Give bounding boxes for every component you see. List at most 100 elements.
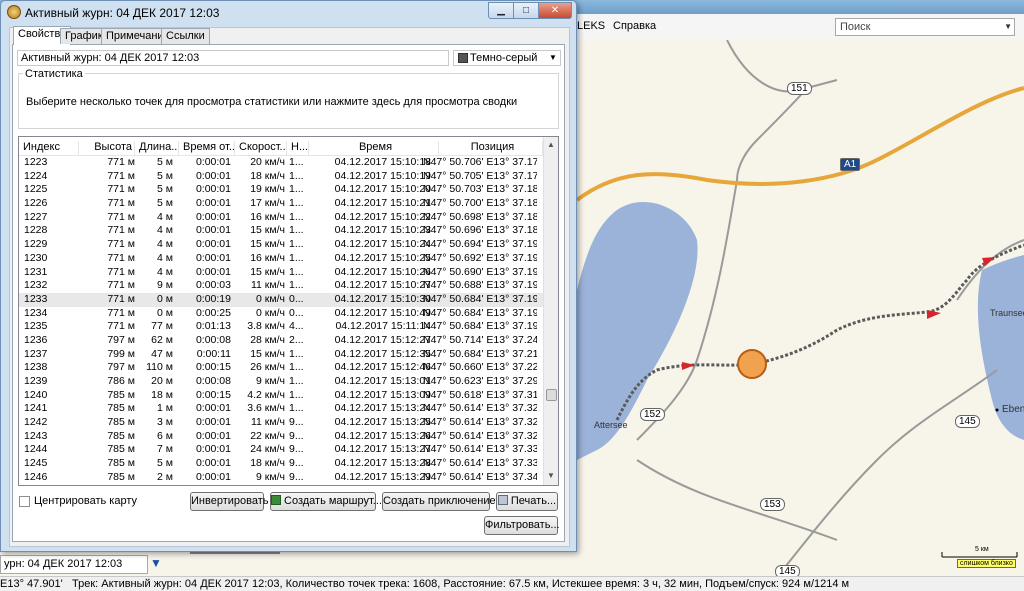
table-cell: 62 м [151, 333, 173, 346]
create-adventure-button[interactable]: Создать приключение... [382, 492, 505, 511]
table-row[interactable]: 1227 771 м4 м 0:00:01 16 км/ч 1... 04.12.2017… [19, 211, 543, 225]
map-view[interactable] [577, 40, 1024, 577]
table-row[interactable]: 1234 771 м0 м 0:00:25 0 км/ч 0... 04.12.2017 … [19, 307, 543, 321]
table-cell: 771 м [107, 279, 135, 292]
table-cell: 4.2 км/ч [247, 388, 285, 401]
road-minor-1 [736, 87, 808, 181]
place-label-attersee: Attersee [594, 420, 628, 430]
track-name-input[interactable]: Активный журн: 04 ДЕК 2017 12:03 [17, 50, 449, 66]
map-canvas[interactable] [577, 40, 1024, 577]
table-row[interactable]: 1238 797 м 110 м 0:00:15 26 км/ч 1... 04.12.20… [19, 361, 543, 375]
chevron-down-icon[interactable]: ▼ [1004, 22, 1012, 31]
print-button[interactable]: Печать... [496, 492, 558, 511]
center-map-checkbox[interactable] [19, 496, 30, 507]
place-label-traunsee: Traunsee [990, 308, 1024, 318]
center-map-label: Центрировать карту [34, 495, 137, 507]
search-input[interactable]: Поиск ▼ [835, 18, 1015, 36]
table-row[interactable]: 1233 771 м0 м 0:00:19 0 км/ч 0... 04.12.2017 … [19, 292, 543, 307]
table-row[interactable]: 1243 785 м6 м 0:00:01 22 км/ч 9... 04.12.2017… [19, 430, 543, 444]
table-cell: N47° 50.614' E13° 37.332' [423, 443, 537, 456]
scroll-down-icon[interactable]: ▼ [547, 471, 555, 480]
road-145 [876, 369, 998, 461]
table-cell: 0:00:01 [195, 251, 231, 264]
table-cell: 04.12.2017 15:10:20 [334, 183, 431, 196]
table-cell: 1237 [24, 347, 48, 360]
table-cell: 22 км/ч [250, 429, 285, 442]
table-cell: 4 м [157, 265, 173, 278]
table-row[interactable]: 1224 771 м5 м 0:00:01 18 км/ч 1... 04.12.2017… [19, 170, 543, 184]
column-header-time-from[interactable]: Время от... [179, 141, 235, 156]
table-cell: 1239 [24, 375, 48, 387]
column-header-length[interactable]: Длина... [135, 141, 179, 156]
table-row[interactable]: 1229 771 м4 м 0:00:01 15 км/ч 1... 04.12.2017… [19, 238, 543, 252]
table-cell: 785 м [107, 429, 135, 442]
table-row[interactable]: 1228 771 м4 м 0:00:01 15 км/ч 1... 04.12.2017… [19, 224, 543, 238]
road-153 [636, 459, 838, 541]
vertical-scrollbar[interactable]: ▲ ▼ [543, 137, 558, 485]
invert-button[interactable]: Инвертировать [190, 492, 268, 511]
table-cell: 0:00:08 [195, 375, 231, 387]
table-cell: 797 м [107, 333, 135, 346]
table-row[interactable]: 1245 785 м5 м 0:00:01 18 км/ч 9... 04.12.2017… [19, 457, 543, 471]
table-row[interactable]: 1246 785 м2 м 0:00:01 9 км/ч 9... 04.12.2017 … [19, 471, 543, 485]
table-row[interactable]: 1242 785 м3 м 0:00:01 11 км/ч 9... 04.12.2017… [19, 416, 543, 430]
table-cell: 0:00:01 [195, 210, 231, 223]
minimize-button[interactable]: ▁ [488, 2, 514, 19]
printer-icon [497, 495, 508, 505]
track-selector[interactable]: урн: 04 ДЕК 2017 12:03 [0, 555, 148, 574]
invert-button-label: Инвертировать [191, 495, 269, 507]
filter-icon[interactable]: ▼ [150, 556, 166, 572]
column-header-index[interactable]: Индекс [19, 141, 79, 156]
table-row[interactable]: 1241 785 м1 м 0:00:01 3.6 км/ч 1... 04.12.201… [19, 402, 543, 416]
color-select[interactable]: Темно-серый [453, 50, 561, 66]
table-row[interactable]: 1239 786 м 20 м 0:00:08 9 км/ч 1... 04.12.2017… [19, 375, 543, 389]
table-row[interactable]: 1244 785 м7 м 0:00:01 24 км/ч 9... 04.12.2017… [19, 443, 543, 457]
road-label-151: 151 [787, 82, 812, 95]
table-row[interactable]: 1232 771 м9 м 0:00:03 11 км/ч 1... 04.12.2017… [19, 279, 543, 293]
column-header-speed[interactable]: Скорост... [235, 141, 287, 156]
maximize-button[interactable]: □ [513, 2, 539, 19]
table-cell: 04.12.2017 15:10:19 [334, 169, 431, 182]
table-cell: 1231 [24, 265, 48, 278]
statistics-hint[interactable]: Выберите несколько точек для просмотра с… [26, 96, 517, 108]
table-row[interactable]: 1237 799 м 47 м 0:00:11 15 км/ч 1... 04.12.201… [19, 348, 543, 362]
table-cell: 17 км/ч [250, 197, 285, 210]
table-cell: 04.12.2017 15:12:46 [334, 361, 431, 374]
scrollbar-thumb[interactable] [546, 389, 557, 401]
table-row[interactable]: 1231 771 м4 м 0:00:01 15 км/ч 1... 04.12.2017… [19, 266, 543, 280]
table-row[interactable]: 1223 771 м5 м 0:00:01 20 км/ч 1... 04.12.2017… [19, 156, 543, 170]
create-route-button[interactable]: Создать маршрут... [270, 492, 382, 511]
dialog-title: Активный журн: 04 ДЕК 2017 12:03 [25, 6, 220, 20]
table-cell: 24 км/ч [250, 443, 285, 456]
create-adventure-label: Создать приключение... [383, 495, 505, 507]
road-151 [726, 40, 838, 93]
table-row[interactable]: 1240 785 м 18 м 0:00:15 4.2 км/ч 1... 04.12.20… [19, 389, 543, 403]
column-header-altitude[interactable]: Высота [79, 141, 135, 156]
column-header-heading[interactable]: Н... [287, 141, 309, 156]
trackpoints-table[interactable]: Индекс Высота Длина... Время от... Скоро… [18, 136, 559, 486]
table-row[interactable]: 1235 771 м 77 м 0:01:13 3.8 км/ч 4... 04.12.20… [19, 320, 543, 334]
table-cell: 0:00:01 [195, 197, 231, 210]
status-track-info: Трек: Активный журн: 04 ДЕК 2017 12:03, … [72, 578, 850, 590]
table-cell: N47° 50.614' E13° 37.324' [423, 402, 537, 415]
table-cell: 1245 [24, 457, 48, 470]
table-cell: 0:00:15 [195, 361, 231, 374]
table-row[interactable]: 1236 797 м 62 м 0:00:08 28 км/ч 2... 04.12.201… [19, 334, 543, 348]
tab-links[interactable]: Ссылки [161, 28, 210, 44]
table-row[interactable]: 1226 771 м5 м 0:00:01 17 км/ч 1... 04.12.2017… [19, 197, 543, 211]
table-cell: N47° 50.614' E13° 37.338' [423, 457, 537, 470]
table-row[interactable]: 1225 771 м5 м 0:00:01 19 км/ч 1... 04.12.2017… [19, 183, 543, 197]
menu-item-help[interactable]: Справка [613, 20, 656, 32]
table-cell: 16 км/ч [250, 251, 285, 264]
scroll-up-icon[interactable]: ▲ [547, 140, 555, 149]
close-button[interactable]: ✕ [538, 2, 572, 19]
table-row[interactable]: 1230 771 м4 м 0:00:01 16 км/ч 1... 04.12.2017… [19, 252, 543, 266]
table-cell: 04.12.2017 15:10:23 [334, 224, 431, 237]
table-cell: 9 м [157, 279, 173, 292]
column-header-position[interactable]: Позиция [439, 141, 543, 156]
column-header-time[interactable]: Время [309, 141, 439, 156]
chevron-down-icon[interactable]: ▼ [549, 53, 557, 62]
filter-button[interactable]: Фильтровать... [484, 516, 560, 535]
table-cell: 771 м [107, 210, 135, 223]
menu-item-leks[interactable]: LEKS [577, 20, 605, 32]
